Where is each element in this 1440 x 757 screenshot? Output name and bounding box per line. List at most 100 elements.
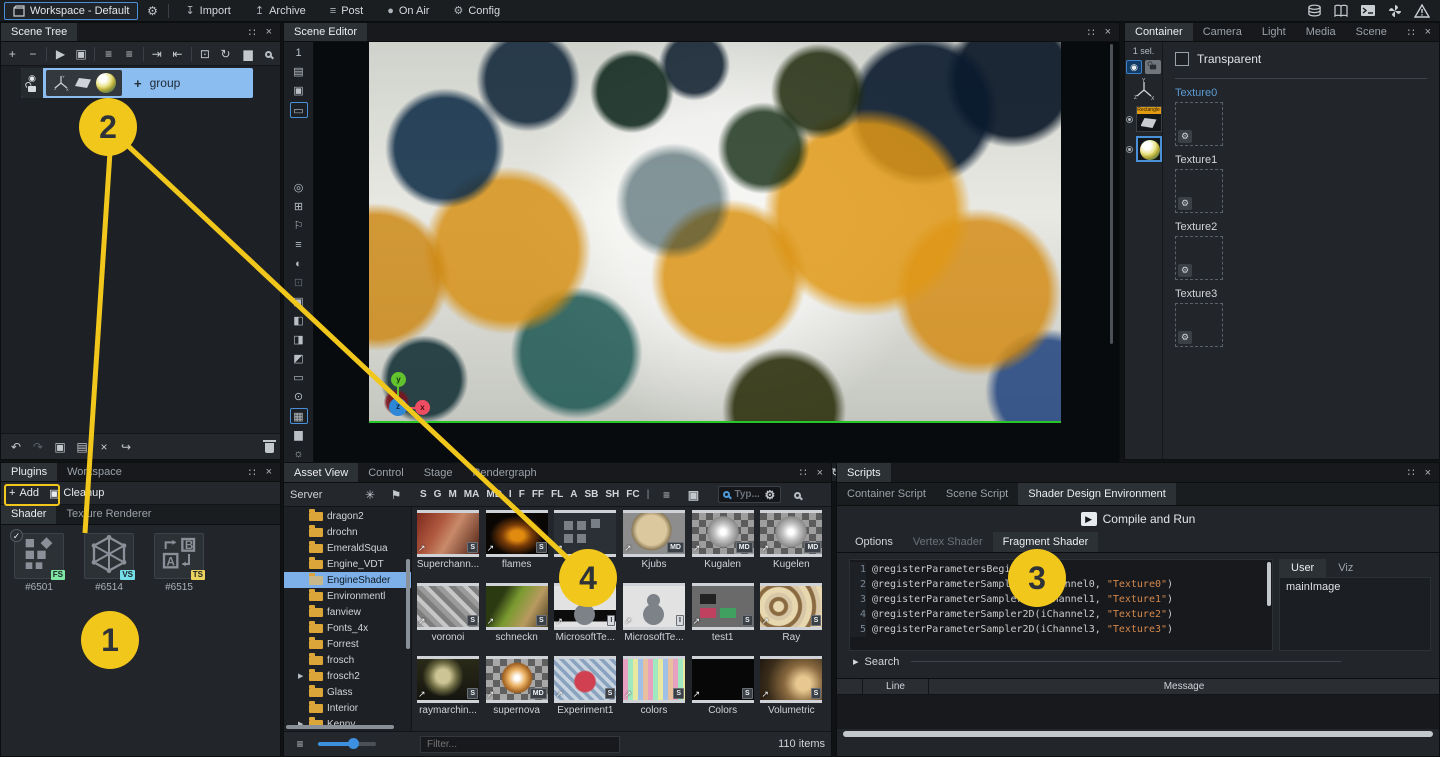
asset-tile[interactable]: ↗MDKugelen [759, 510, 823, 582]
close-panel-icon[interactable]: × [266, 466, 272, 478]
filter-letter[interactable]: SB [584, 489, 598, 500]
asset-tile[interactable]: ↗Scolors [622, 656, 686, 728]
shader-item-6514[interactable]: VS #6514 [81, 533, 137, 593]
locked-doc-icon[interactable]: ▣ [683, 488, 703, 502]
close-panel-icon[interactable]: × [1105, 26, 1111, 38]
save-as-icon[interactable]: ▤ [73, 440, 91, 454]
delete-icon[interactable]: × [95, 440, 113, 454]
compile-and-run-button[interactable]: Compile and Run [1103, 512, 1196, 526]
gizmo-y-axis[interactable]: y [391, 372, 406, 387]
tree-vertical-scrollbar[interactable] [406, 559, 410, 649]
tab-options[interactable]: Options [845, 532, 903, 552]
tab-shader-design-environment[interactable]: Shader Design Environment [1018, 483, 1176, 505]
bookmark-icon[interactable]: ⚑ [386, 488, 406, 502]
bulb-icon[interactable]: ⊙ [290, 389, 308, 405]
layer-front-icon[interactable]: ◧ [290, 313, 308, 329]
folder-row[interactable]: Environmentl [284, 588, 411, 604]
texture0-dropzone[interactable]: ⚙ [1175, 102, 1223, 146]
asset-tile[interactable]: ↗MDKugalen [691, 510, 755, 582]
shader-item-6501[interactable]: ✓ FS #6501 [11, 533, 67, 593]
material-node-thumb-selected[interactable] [1136, 136, 1162, 162]
fan-icon[interactable] [1388, 4, 1402, 18]
asset-tile[interactable]: ↗SColors [691, 656, 755, 728]
function-list[interactable]: mainImage [1279, 577, 1431, 651]
folder-row[interactable]: Interior [284, 700, 411, 716]
node-radio[interactable] [1126, 146, 1133, 153]
filter-letter[interactable]: M [448, 489, 456, 500]
gizmo-x-axis[interactable]: x [415, 400, 430, 415]
message-scrollbar[interactable] [843, 731, 1433, 737]
expand-tree-icon[interactable]: ≡ [99, 47, 118, 61]
message-column-header[interactable]: Message [929, 679, 1439, 694]
folder-row-selected[interactable]: EngineShader [284, 572, 411, 588]
folder-row[interactable]: Forrest [284, 636, 411, 652]
asset-tile[interactable]: ↗Sschneckn [485, 583, 549, 655]
tab-workspace[interactable]: Workspace [57, 463, 132, 481]
message-list[interactable] [837, 695, 1439, 729]
gear-icon[interactable]: ⚙ [1178, 331, 1192, 344]
shader-item-6515[interactable]: AB TS #6515 [151, 533, 207, 593]
tab-container-script[interactable]: Container Script [837, 483, 936, 505]
transparent-checkbox[interactable] [1175, 52, 1189, 66]
texture3-label[interactable]: Texture3 [1175, 288, 1427, 300]
folder-row[interactable]: Engine_VDT [284, 556, 411, 572]
tree-node-group[interactable]: ◉ YZX + group [21, 68, 253, 98]
asset-tile[interactable]: ↗SRay [759, 583, 823, 655]
node-radio[interactable] [1126, 116, 1133, 123]
workspace-selector-button[interactable]: Workspace - Default [4, 2, 138, 20]
lock-button[interactable] [1145, 60, 1161, 74]
asset-filter-input[interactable] [420, 736, 620, 753]
tab-fragment-shader[interactable]: Fragment Shader [993, 532, 1099, 552]
asset-tile[interactable]: ↗Stest1 [691, 583, 755, 655]
refresh-icon[interactable]: ↻ [216, 47, 235, 61]
manual-book-icon[interactable] [1334, 4, 1348, 18]
line-column-header[interactable]: Line [863, 679, 929, 694]
filter-letter[interactable]: MA [464, 489, 480, 500]
redirect-icon[interactable]: ↪ [117, 440, 135, 454]
tab-scene[interactable]: Scene [1346, 23, 1397, 41]
filter-letter[interactable]: SH [605, 489, 619, 500]
menu-config[interactable]: ⚙Config [443, 0, 510, 22]
tab-control[interactable]: Control [358, 463, 413, 482]
transform-gizmo[interactable]: y z x [369, 372, 429, 427]
asset-tile[interactable]: ↗IMicrosoftTe... [622, 583, 686, 655]
play-icon[interactable]: ▶ [51, 47, 70, 61]
undo-icon[interactable]: ↶ [7, 440, 25, 454]
brightness-icon[interactable]: ☼ [290, 446, 308, 462]
tab-camera[interactable]: Camera [1193, 23, 1252, 41]
scene-tree-view[interactable]: ◉ YZX + group [1, 66, 280, 433]
workspace-settings-gear-icon[interactable]: ⚙ [142, 4, 162, 18]
tab-stage[interactable]: Stage [414, 463, 463, 482]
collapse-tree-icon[interactable]: ≡ [120, 47, 139, 61]
add-node-icon[interactable]: + [3, 47, 22, 61]
close-panel-icon[interactable]: × [266, 26, 272, 38]
tab-plugins[interactable]: Plugins [1, 463, 57, 481]
tab-user[interactable]: User [1279, 559, 1326, 577]
tab-rendergraph[interactable]: Rendergraph [462, 463, 546, 482]
tab-scene-editor[interactable]: Scene Editor [284, 23, 367, 41]
slide-icon[interactable]: ▣ [72, 47, 91, 61]
expand-panel-icon[interactable]: ∷ [249, 466, 256, 479]
tab-shader[interactable]: Shader [1, 505, 56, 524]
save-icon[interactable]: ▣ [51, 440, 69, 454]
close-panel-icon[interactable]: × [1425, 26, 1431, 38]
layer-mid-icon[interactable]: ◨ [290, 332, 308, 348]
tree-horizontal-scrollbar[interactable] [286, 725, 394, 729]
filter-letter[interactable]: FL [551, 489, 563, 500]
filter-letter[interactable]: S [420, 489, 427, 500]
close-panel-icon[interactable]: × [817, 467, 823, 479]
filter-letter[interactable]: A [570, 489, 577, 500]
asset-tile[interactable]: ↗SSuperchann... [416, 510, 480, 582]
indent-icon[interactable]: ⇥ [147, 47, 166, 61]
redo-icon[interactable]: ↷ [29, 440, 47, 454]
sliders-icon[interactable]: ≡ [290, 237, 308, 253]
expand-panel-icon[interactable]: ∷ [1408, 26, 1415, 39]
rectangle-icon[interactable]: ▭ [290, 370, 308, 386]
console-icon[interactable] [1360, 4, 1376, 17]
tab-scene-tree[interactable]: Scene Tree [1, 23, 77, 41]
tab-scene-script[interactable]: Scene Script [936, 483, 1018, 505]
folder-row[interactable]: dragon2 [284, 508, 411, 524]
texture3-dropzone[interactable]: ⚙ [1175, 303, 1223, 347]
asset-tile[interactable]: ↗Svoronoi [416, 583, 480, 655]
search-collapsible[interactable]: ▸ Search [837, 651, 1439, 668]
